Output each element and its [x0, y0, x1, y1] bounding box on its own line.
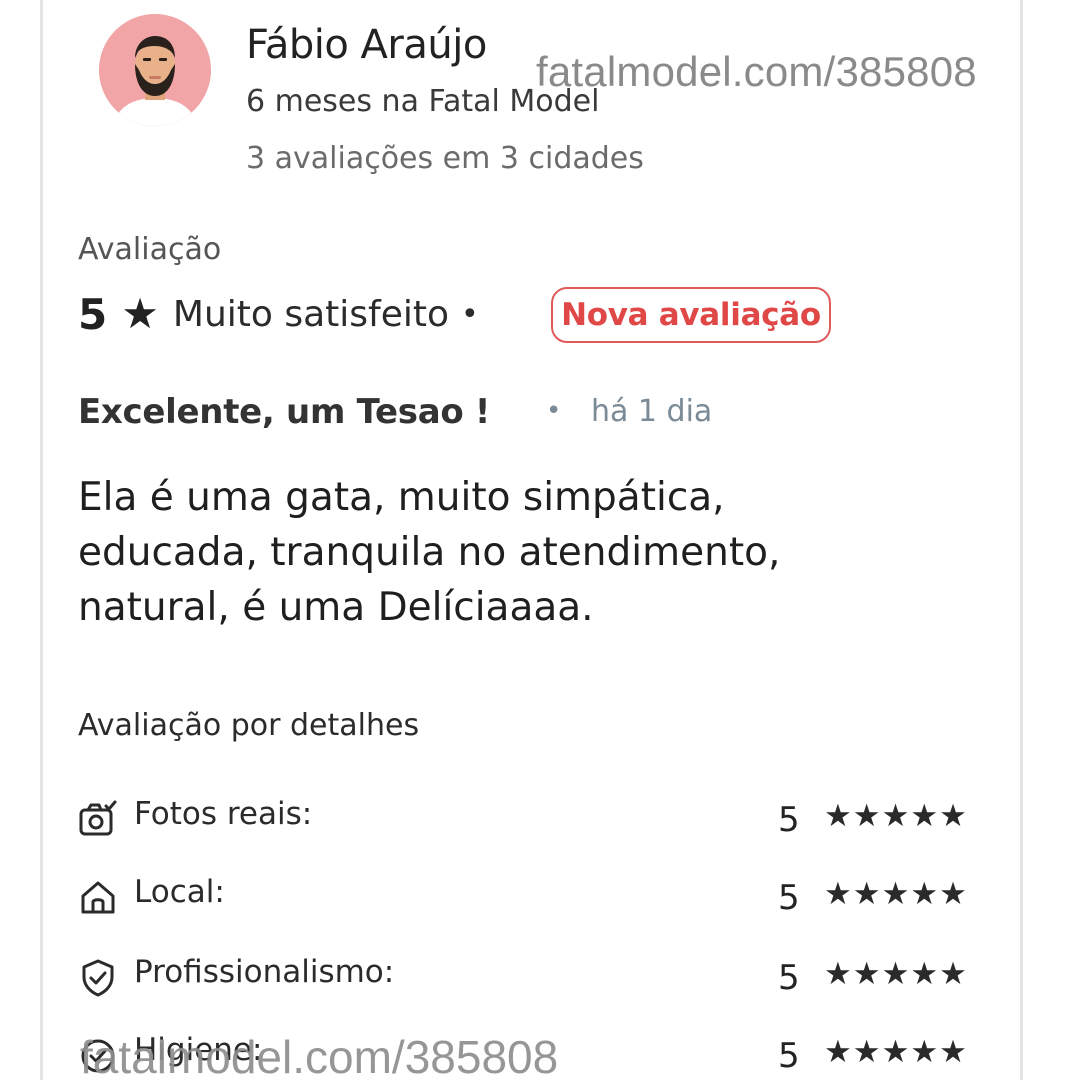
detail-row-fotos-reais: Fotos reais: 5 ★★★★★: [78, 792, 988, 842]
card-border-left: [40, 0, 43, 1080]
detail-score: 5: [778, 958, 800, 998]
detail-stars: ★★★★★: [824, 876, 968, 912]
reviewer-name[interactable]: Fábio Araújo: [246, 22, 487, 68]
detail-row-profissionalismo: Profissionalismo: 5 ★★★★★: [78, 950, 988, 1000]
reviewer-review-count: 3 avaliações em 3 cidades: [246, 141, 644, 176]
details-section-label: Avaliação por detalhes: [78, 708, 420, 743]
review-separator: •: [546, 396, 562, 426]
detail-label: Profissionalismo:: [134, 954, 395, 990]
card-border-right: [1020, 0, 1023, 1080]
rating-section-label: Avaliação: [78, 232, 222, 267]
avatar[interactable]: [99, 14, 211, 126]
rating-score: 5: [78, 289, 108, 339]
review-title: Excelente, um Tesao !: [78, 392, 491, 432]
new-review-badge: Nova avaliação: [551, 287, 831, 343]
review-body-line: natural, é uma Delíciaaaa.: [78, 585, 594, 630]
detail-stars: ★★★★★: [824, 798, 968, 834]
detail-label: Fotos reais:: [134, 796, 313, 832]
camera-check-icon: [79, 800, 117, 836]
shield-check-icon: [82, 959, 114, 997]
watermark-top: fatalmodel.com/385808: [536, 48, 977, 95]
detail-score: 5: [778, 878, 800, 918]
rating-description: Muito satisfeito: [172, 293, 450, 335]
detail-score: 5: [778, 800, 800, 840]
watermark-bottom: fatalmodel.com/385808: [80, 1031, 559, 1080]
home-icon: [81, 881, 115, 914]
review-body-line: educada, tranquila no atendimento,: [78, 530, 781, 575]
detail-stars: ★★★★★: [824, 956, 968, 992]
bearded-man-avatar-icon: [99, 14, 211, 126]
rating-separator: •: [461, 296, 479, 332]
detail-stars: ★★★★★: [824, 1034, 968, 1070]
review-time: há 1 dia: [591, 394, 713, 429]
detail-label: Local:: [134, 874, 225, 910]
rating-summary: 5 ★ Muito satisfeito •: [78, 286, 479, 342]
review-body: Ela é uma gata, muito simpática, educada…: [78, 470, 978, 635]
detail-score: 5: [778, 1036, 800, 1076]
detail-row-local: Local: 5 ★★★★★: [78, 870, 988, 920]
star-icon: ★: [121, 289, 159, 338]
review-body-line: Ela é uma gata, muito simpática,: [78, 475, 725, 520]
